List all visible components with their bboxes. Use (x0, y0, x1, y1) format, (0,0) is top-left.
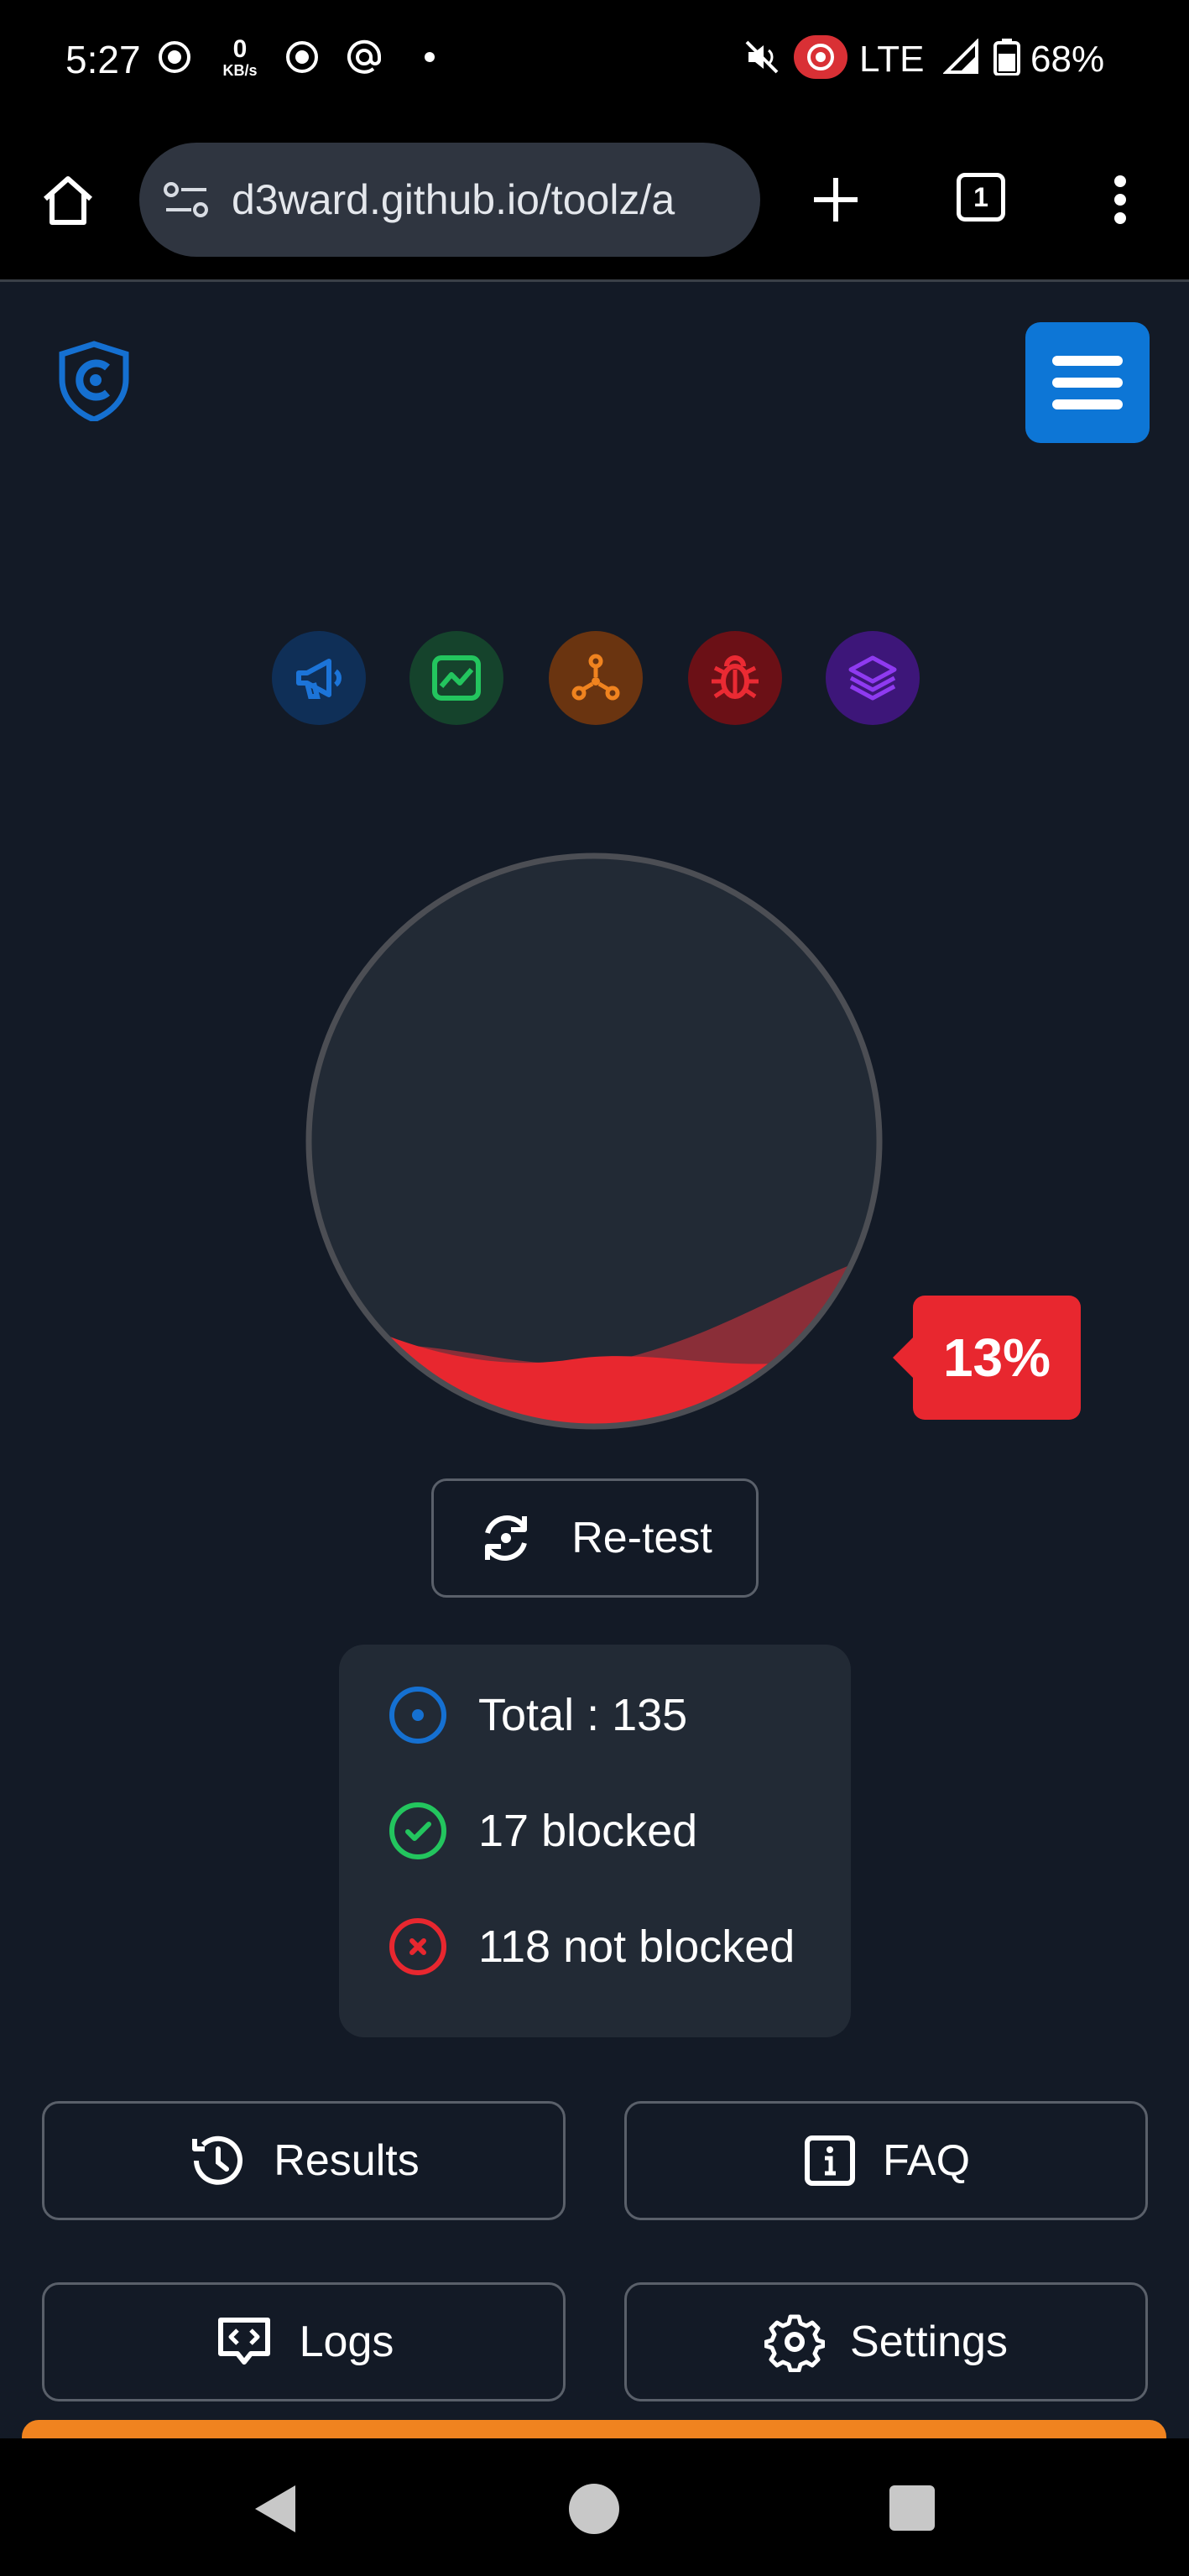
target-icon (389, 1687, 446, 1744)
screen-record-icon (286, 41, 318, 73)
settings-button[interactable]: Settings (624, 2282, 1148, 2401)
history-icon (192, 2135, 243, 2185)
network-icon (571, 654, 620, 701)
category-ads-button[interactable] (272, 631, 366, 725)
url-bar[interactable]: d3ward.github.io/toolz/a (139, 143, 760, 257)
results-button[interactable]: Results (42, 2101, 566, 2220)
stat-total: Total : 135 (388, 1682, 687, 1749)
tab-switcher-button[interactable]: 1 (957, 173, 1005, 222)
category-analytics-button[interactable] (409, 631, 503, 725)
stat-not-blocked-text: 118 not blocked (478, 1922, 795, 1972)
muted-icon (745, 40, 779, 74)
home-icon (44, 176, 92, 225)
site-settings-icon[interactable] (163, 180, 210, 222)
menu-line (1052, 378, 1123, 388)
shield-logo-icon[interactable] (57, 341, 131, 421)
logs-label: Logs (299, 2318, 394, 2366)
retest-button[interactable]: Re-test (431, 1478, 759, 1598)
dot-icon (425, 52, 435, 62)
category-trackers-button[interactable] (549, 631, 643, 725)
faq-label: FAQ (882, 2136, 971, 2185)
network-speed: 0 KB/s (222, 35, 258, 80)
block-percentage-gauge (305, 853, 883, 1430)
more-vertical-icon (1114, 175, 1126, 224)
percentage-badge: 13% (893, 1296, 1081, 1420)
hamburger-menu-button[interactable] (1025, 322, 1150, 443)
status-bar: 5:27 0 KB/s LTE 68% (0, 0, 1189, 117)
status-time: 5:27 (65, 38, 141, 81)
stats-card: Total : 135 17 blocked 118 not blocked (339, 1645, 851, 2037)
category-mix-button[interactable] (826, 631, 920, 725)
menu-line (1052, 399, 1123, 409)
settings-label: Settings (850, 2318, 1008, 2366)
logs-button[interactable]: Logs (42, 2282, 566, 2401)
stat-blocked: 17 blocked (388, 1797, 697, 1864)
info-icon (804, 2135, 855, 2186)
code-message-icon (217, 2318, 270, 2365)
browser-menu-button[interactable] (1091, 164, 1150, 235)
battery-level: 68% (1030, 39, 1105, 80)
megaphone-icon (296, 659, 342, 699)
x-circle-icon (389, 1918, 446, 1975)
check-circle-icon (389, 1802, 446, 1859)
at-sign-icon (347, 39, 382, 74)
faq-button[interactable]: FAQ (624, 2101, 1148, 2220)
refresh-icon (485, 1515, 528, 1561)
stat-blocked-text: 17 blocked (478, 1806, 698, 1856)
network-type: LTE (859, 39, 925, 80)
plus-icon (814, 178, 858, 222)
gear-icon (764, 2314, 826, 2372)
category-error-trackers-button[interactable] (688, 631, 782, 725)
screen-record-icon (159, 41, 190, 73)
home-circle-icon[interactable] (567, 2482, 621, 2536)
bug-icon (712, 655, 759, 699)
new-tab-button[interactable] (800, 166, 871, 233)
recents-icon[interactable] (888, 2484, 936, 2532)
home-button[interactable] (30, 166, 106, 233)
url-text: d3ward.github.io/toolz/a (232, 176, 675, 223)
signal-icon (943, 39, 978, 74)
layers-icon (848, 655, 897, 701)
retest-label: Re-test (571, 1514, 712, 1562)
menu-line (1052, 356, 1123, 366)
browser-toolbar: d3ward.github.io/toolz/a 1 (0, 117, 1189, 282)
stat-not-blocked: 118 not blocked (388, 1913, 795, 1980)
hotspot-icon (794, 35, 847, 79)
battery-icon (993, 39, 1020, 76)
stat-total-text: Total : 135 (478, 1690, 688, 1740)
back-icon[interactable] (250, 2482, 300, 2536)
chart-icon (432, 655, 481, 701)
results-label: Results (274, 2136, 420, 2185)
system-nav-bar (0, 2438, 1189, 2576)
